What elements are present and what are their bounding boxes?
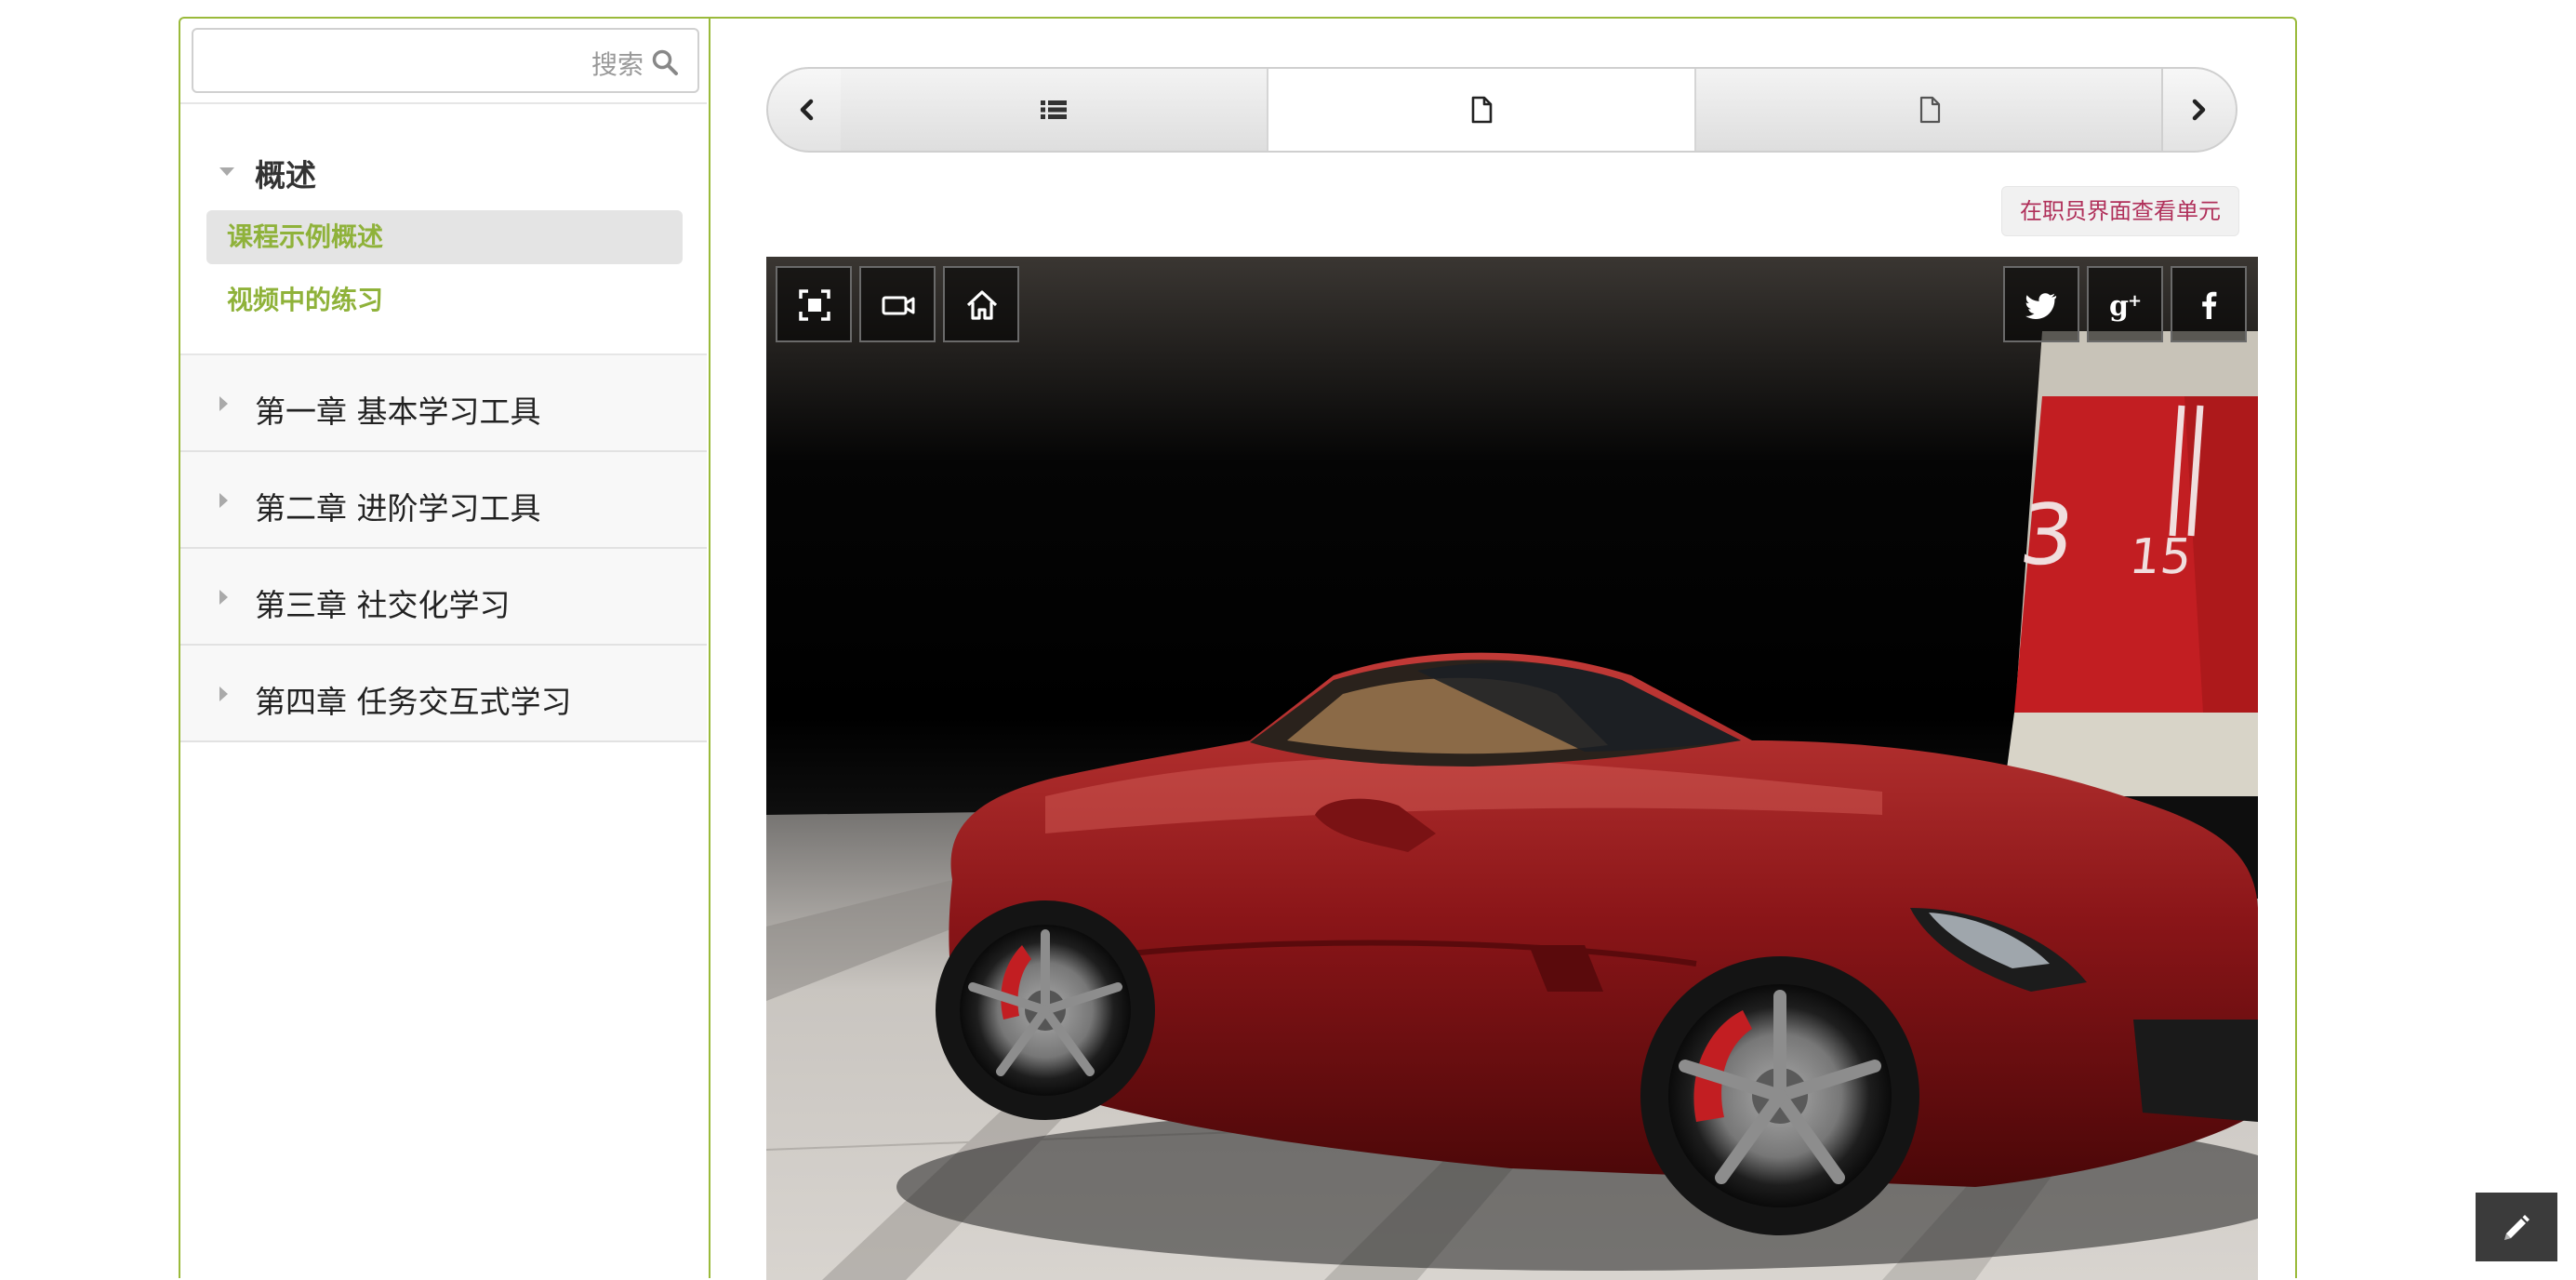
sequence-tab-3[interactable] bbox=[1696, 69, 2163, 151]
chapter-title: 第四章 任务交互式学习 bbox=[255, 684, 572, 720]
chapter-item-4[interactable]: 第四章 任务交互式学习 bbox=[180, 646, 707, 742]
home-view-button[interactable] bbox=[943, 266, 1019, 342]
share-twitter-button[interactable] bbox=[2003, 266, 2079, 342]
svg-text:+: + bbox=[2128, 291, 2142, 311]
home-icon bbox=[966, 290, 998, 320]
search-input[interactable] bbox=[203, 30, 560, 93]
sidebar-divider bbox=[180, 102, 707, 104]
camera-icon bbox=[882, 296, 915, 315]
chapter-title: 第一章 基本学习工具 bbox=[255, 393, 541, 430]
course-content: 在职员界面查看单元 3 15 g + bbox=[710, 19, 2295, 1280]
caret-right-icon bbox=[219, 396, 228, 411]
sequence-tab-1[interactable] bbox=[841, 69, 1268, 151]
chevron-right-icon bbox=[2192, 99, 2206, 121]
caret-down-icon bbox=[219, 167, 234, 176]
pencil-icon bbox=[2504, 1215, 2530, 1240]
section-title: 概述 bbox=[255, 157, 316, 193]
caret-right-icon bbox=[219, 590, 228, 605]
facebook-icon bbox=[2202, 291, 2217, 319]
list-icon bbox=[1041, 100, 1067, 119]
sequence-tab-2[interactable] bbox=[1268, 69, 1696, 151]
next-unit-button[interactable] bbox=[2161, 67, 2237, 153]
document-icon bbox=[1919, 96, 1941, 124]
google-plus-icon: g + bbox=[2109, 290, 2142, 323]
sequence-tabs bbox=[841, 67, 2163, 153]
previous-unit-button[interactable] bbox=[766, 67, 843, 153]
car-scene-image: 3 15 bbox=[766, 257, 2258, 1280]
course-outline-sidebar: 搜索 概述 课程示例概述 视频中的练习 第一章 基本学习工具 第二章 进阶学习工… bbox=[180, 19, 710, 1278]
caret-right-icon bbox=[219, 493, 228, 508]
share-google-plus-button[interactable]: g + bbox=[2087, 266, 2163, 342]
pillar-number-3: 3 bbox=[2015, 487, 2078, 584]
chapter-item-2[interactable]: 第二章 进阶学习工具 bbox=[180, 452, 707, 549]
chapter-title: 第三章 社交化学习 bbox=[255, 587, 511, 623]
chevron-left-icon bbox=[800, 99, 814, 121]
search-icon[interactable] bbox=[651, 48, 679, 76]
camera-button[interactable] bbox=[859, 266, 936, 342]
subsection-item-course-overview[interactable]: 课程示例概述 bbox=[206, 210, 683, 264]
pillar-number-15: 15 bbox=[2127, 529, 2194, 585]
search-label: 搜索 bbox=[591, 49, 644, 80]
sequence-nav bbox=[766, 67, 2237, 153]
search-box[interactable]: 搜索 bbox=[192, 28, 699, 93]
chapter-item-3[interactable]: 第三章 社交化学习 bbox=[180, 549, 707, 646]
share-facebook-button[interactable] bbox=[2171, 266, 2247, 342]
section-overview[interactable]: 概述 bbox=[180, 119, 707, 193]
view-in-staff-button[interactable]: 在职员界面查看单元 bbox=[2001, 186, 2239, 236]
subsection-item-video-exercises[interactable]: 视频中的练习 bbox=[206, 273, 683, 327]
document-icon bbox=[1471, 96, 1493, 124]
chapter-item-1[interactable]: 第一章 基本学习工具 bbox=[180, 355, 707, 452]
chapter-title: 第二章 进阶学习工具 bbox=[255, 490, 541, 527]
edit-button[interactable] bbox=[2476, 1193, 2557, 1261]
3d-model-viewer[interactable]: 3 15 g + bbox=[766, 257, 2258, 1280]
fullscreen-icon bbox=[799, 289, 830, 321]
caret-right-icon bbox=[219, 687, 228, 701]
svg-text:g: g bbox=[2109, 290, 2129, 323]
twitter-icon bbox=[2025, 293, 2057, 319]
fullscreen-button[interactable] bbox=[776, 266, 852, 342]
course-frame: 搜索 概述 课程示例概述 视频中的练习 第一章 基本学习工具 第二章 进阶学习工… bbox=[179, 17, 2297, 1280]
